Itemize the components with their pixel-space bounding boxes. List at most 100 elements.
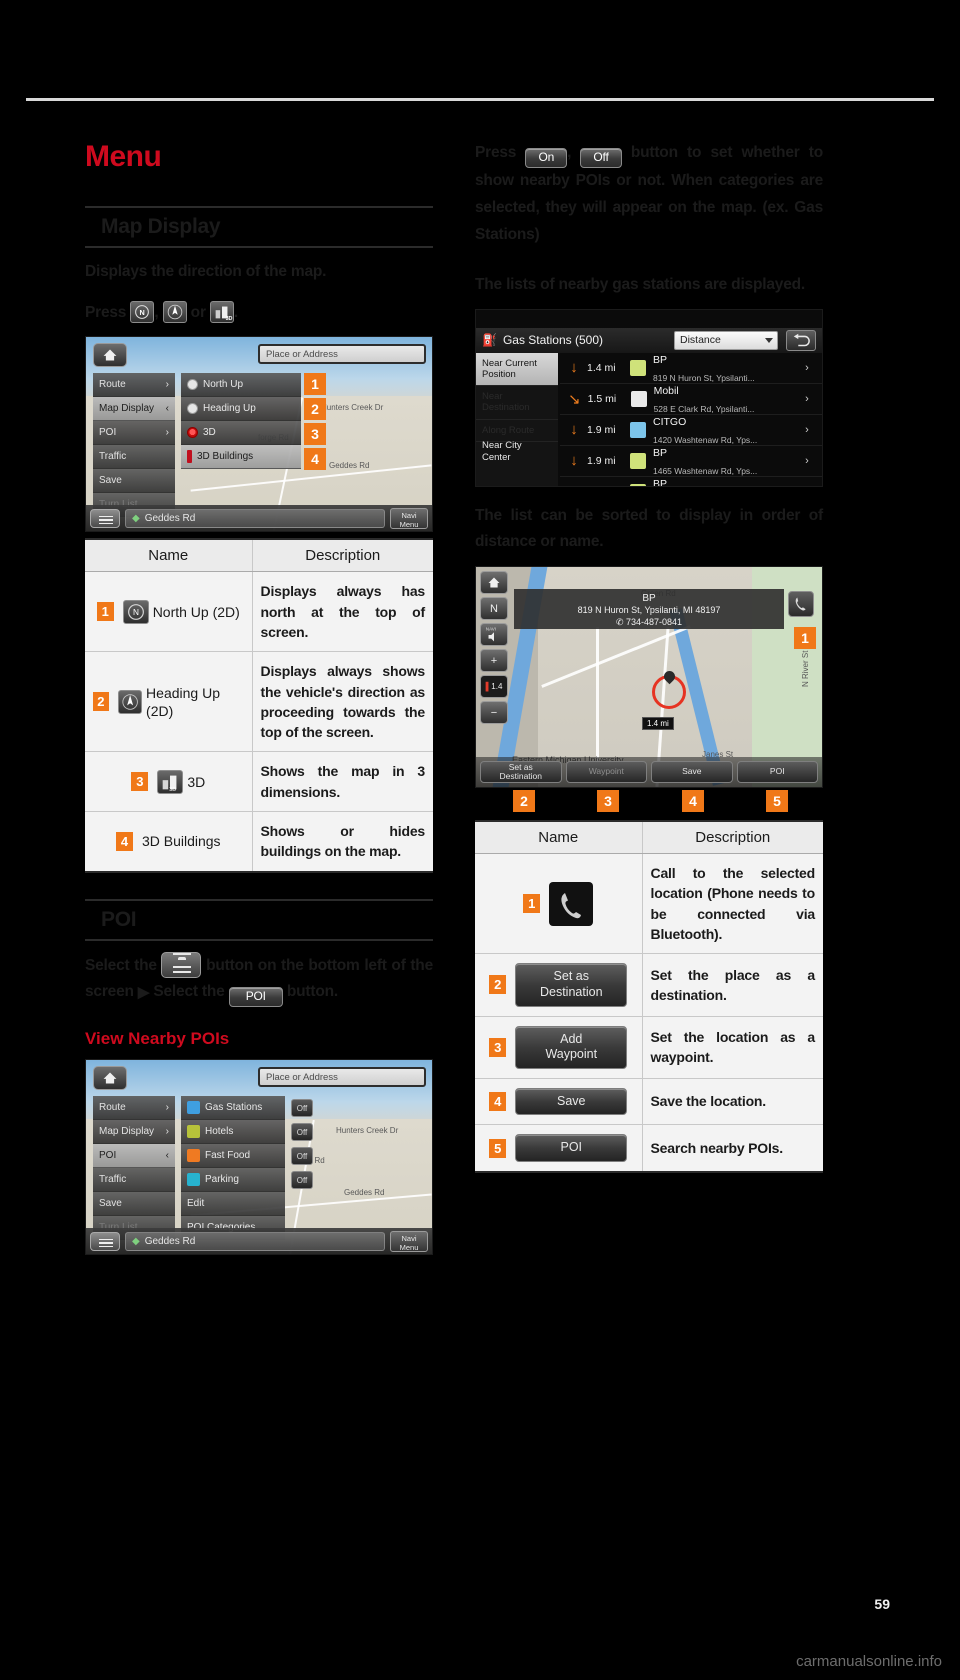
- menu-item-save[interactable]: Save: [93, 469, 175, 494]
- submenu-north-up[interactable]: North Up: [181, 373, 301, 398]
- home-icon[interactable]: [480, 571, 508, 595]
- map-display-submenu: North Up Heading Up 3D 3D Buildings: [181, 373, 301, 470]
- set-as-destination-button[interactable]: Set as Destination: [480, 761, 562, 784]
- on-button[interactable]: On: [525, 148, 568, 169]
- off-button[interactable]: Off: [580, 148, 622, 169]
- add-waypoint-button[interactable]: Add Waypoint: [515, 1025, 628, 1069]
- filter-near-current-position[interactable]: Near Current Position: [476, 352, 558, 387]
- menu-item-traffic[interactable]: Traffic: [93, 1168, 175, 1193]
- callout-3: 3: [597, 790, 619, 813]
- menu-item-traffic[interactable]: Traffic: [93, 445, 175, 470]
- submenu-3d[interactable]: 3D: [181, 421, 301, 446]
- filter-near-destination[interactable]: Near Destination: [476, 386, 558, 420]
- row-name: 1 N North Up (2D): [85, 571, 253, 653]
- map-label: Hunters Creek Dr: [336, 1126, 399, 1136]
- poi-name: BP: [653, 446, 668, 459]
- row-name-text: North Up (2D): [152, 603, 240, 620]
- list-item[interactable]: ↓ 1.9 mi BP 1465 Washtenaw Rd, Yps... ›: [560, 446, 822, 477]
- save-button[interactable]: Save: [651, 761, 733, 784]
- press-label: Press: [475, 144, 517, 161]
- poi-button[interactable]: POI: [515, 1134, 628, 1163]
- toggle-off-button[interactable]: Off: [291, 1147, 313, 1166]
- col-header-name: Name: [85, 539, 253, 573]
- back-icon[interactable]: [786, 329, 816, 351]
- menu-item-map-display[interactable]: Map Display ›: [93, 1120, 175, 1145]
- search-input[interactable]: Place or Address: [258, 1067, 426, 1088]
- poi-category-list: Gas Stations Off Hotels Off Fast Food Of…: [181, 1096, 313, 1241]
- volume-icon[interactable]: NAVI: [480, 623, 508, 647]
- brand-icon: [630, 483, 646, 486]
- direction-arrow-icon: ↓: [570, 452, 578, 470]
- navi-menu-button[interactable]: Navi Menu: [390, 1230, 428, 1252]
- submenu-heading-up[interactable]: Heading Up: [181, 397, 301, 422]
- hamburger-icon[interactable]: [90, 1231, 120, 1251]
- poi-name: CITGO: [653, 415, 687, 428]
- hamburger-icon[interactable]: [90, 508, 120, 528]
- row-name: 1: [475, 853, 643, 955]
- navi-menu-button[interactable]: Navi Menu: [390, 507, 428, 529]
- list-item[interactable]: ↓ 2.0 mi BP 1645 Washtenaw Rd, Yps... ›: [560, 477, 822, 487]
- list-item[interactable]: ↘ 1.5 mi Mobil 528 E Clark Rd, Ypsilanti…: [560, 384, 822, 415]
- sort-select[interactable]: Distance: [674, 330, 778, 350]
- chevron-right-icon: ›: [165, 427, 169, 439]
- category-hotels[interactable]: Hotels Off: [181, 1120, 313, 1145]
- zoom-in-button[interactable]: +: [480, 649, 508, 673]
- north-orientation-icon[interactable]: N: [480, 597, 508, 621]
- toggle-off-button[interactable]: Off: [291, 1171, 313, 1190]
- list-item[interactable]: ↓ 1.9 mi CITGO 1420 Washtenaw Rd, Yps...…: [560, 415, 822, 446]
- press-label: Press: [85, 303, 127, 321]
- callout-2: 2: [513, 790, 535, 813]
- table-row: 2 Heading Up (2D) Displays always shows …: [85, 651, 433, 753]
- zoom-out-button[interactable]: −: [480, 701, 508, 725]
- callout-badge: 1: [523, 894, 541, 914]
- search-input[interactable]: Place or Address: [258, 344, 426, 365]
- callout-badge: 3: [489, 1037, 507, 1057]
- menu-item-map-display[interactable]: Map Display ‹: [93, 397, 175, 422]
- poi-categories-screenshot: Hunters Creek Dr forge Rd Geddes Rd Plac…: [85, 1059, 433, 1256]
- callout-4: 4: [682, 790, 704, 813]
- map-label: N River St: [801, 650, 810, 688]
- set-as-destination-button[interactable]: Set as Destination: [515, 963, 628, 1007]
- submenu-3d-buildings[interactable]: 3D Buildings: [181, 445, 301, 470]
- toggle-off-button[interactable]: Off: [291, 1099, 313, 1118]
- row-name: 4 Save: [475, 1078, 643, 1126]
- category-edit[interactable]: Edit: [181, 1192, 285, 1217]
- callout-1: 1: [304, 373, 326, 396]
- menu-item-save[interactable]: Save: [93, 1192, 175, 1217]
- row-name: 3 Add Waypoint: [475, 1016, 643, 1079]
- menu-item-route[interactable]: Route ›: [93, 373, 175, 398]
- home-icon[interactable]: [93, 1066, 127, 1091]
- gas-station-icon: [187, 1101, 200, 1115]
- distance: 2.0 mi: [587, 486, 623, 487]
- row-description: Shows the map in 3 dimensions.: [252, 751, 433, 812]
- waypoint-button[interactable]: Waypoint: [565, 761, 647, 784]
- menu-item-poi[interactable]: POI ‹: [93, 1144, 175, 1169]
- manual-page: Menu Map Display Displays the direction …: [0, 0, 960, 1680]
- list-item[interactable]: ↓ 1.4 mi BP 819 N Huron St, Ypsilanti...…: [560, 353, 822, 384]
- menu-item-poi[interactable]: POI ›: [93, 421, 175, 446]
- menu-item-route[interactable]: Route ›: [93, 1096, 175, 1121]
- callout-badge: 4: [489, 1092, 507, 1112]
- poi-name: BP: [653, 477, 668, 487]
- category-gas-stations[interactable]: Gas Stations Off: [181, 1096, 313, 1121]
- page-number: 59: [874, 1596, 890, 1612]
- svg-text:NAVI: NAVI: [486, 627, 496, 632]
- filter-near-city-center[interactable]: Near City Center: [476, 435, 558, 467]
- poi-chip-button[interactable]: POI: [228, 987, 283, 1008]
- home-icon[interactable]: [93, 343, 127, 368]
- parking-icon: [187, 1173, 200, 1187]
- distance: 1.5 mi: [587, 392, 617, 405]
- save-button[interactable]: Save: [515, 1087, 628, 1116]
- poi-instruction: Select the button on the bottom left of …: [85, 951, 433, 1008]
- category-fast-food[interactable]: Fast Food Off: [181, 1144, 313, 1169]
- col-header-description: Description: [642, 821, 823, 855]
- chevron-left-icon: ‹: [165, 403, 169, 415]
- map-display-intro-1: Displays the direction of the map.: [85, 263, 327, 280]
- table-row: 4 Save Save the location.: [475, 1078, 823, 1126]
- poi-button[interactable]: POI: [736, 761, 818, 784]
- gas-station-rows: ↓ 1.4 mi BP 819 N Huron St, Ypsilanti...…: [560, 353, 822, 486]
- toggle-off-button[interactable]: Off: [291, 1123, 313, 1142]
- category-parking[interactable]: Parking Off: [181, 1168, 313, 1193]
- call-button[interactable]: [788, 591, 814, 618]
- gas-station-list-paragraph: The lists of nearby gas stations are dis…: [475, 276, 805, 294]
